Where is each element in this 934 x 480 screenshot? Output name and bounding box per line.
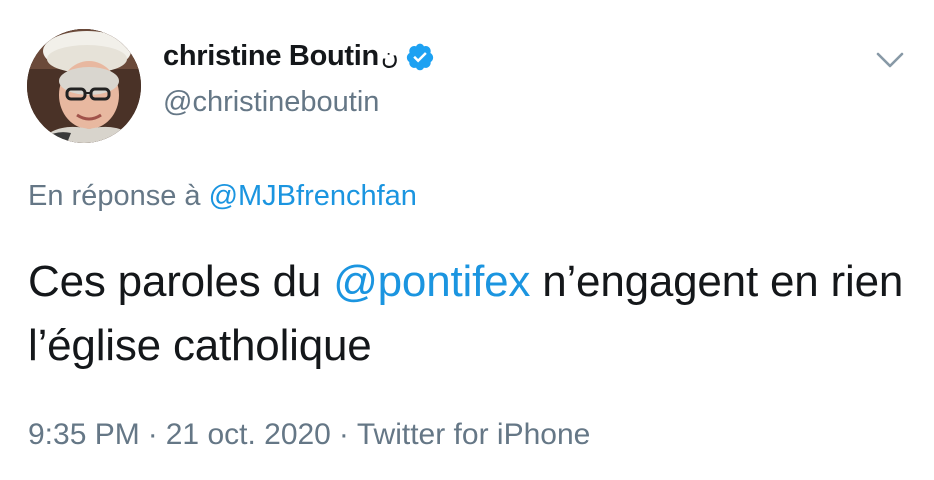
meta-separator: · (338, 418, 349, 451)
tweet-time[interactable]: 9:35 PM (28, 418, 140, 451)
tweet-card: christine Boutin ن @christineboutin En r… (0, 0, 934, 480)
tweet-text: Ces paroles du @pontifex n’engagent en r… (28, 250, 918, 378)
display-name[interactable]: christine Boutin (163, 40, 379, 73)
meta-separator: · (147, 418, 158, 451)
tweet-source[interactable]: Twitter for iPhone (357, 418, 590, 451)
chevron-down-icon[interactable] (872, 46, 908, 72)
name-emoji: ن (380, 43, 399, 70)
tweet-text-before: Ces paroles du (28, 257, 334, 306)
reply-prefix: En réponse à (28, 180, 201, 212)
tweet-mention-link[interactable]: @pontifex (333, 257, 530, 306)
user-handle[interactable]: @christineboutin (163, 86, 379, 119)
avatar-image (27, 29, 141, 143)
user-name-row[interactable]: christine Boutin ن (163, 40, 435, 73)
reply-mention-link[interactable]: @MJBfrenchfan (209, 180, 417, 212)
verified-badge-icon (405, 42, 435, 72)
avatar[interactable] (27, 29, 141, 143)
tweet-metadata: 9:35 PM · 21 oct. 2020 · Twitter for iPhone (28, 418, 590, 452)
tweet-date[interactable]: 21 oct. 2020 (166, 418, 331, 451)
reply-context: En réponse à @MJBfrenchfan (28, 180, 417, 213)
